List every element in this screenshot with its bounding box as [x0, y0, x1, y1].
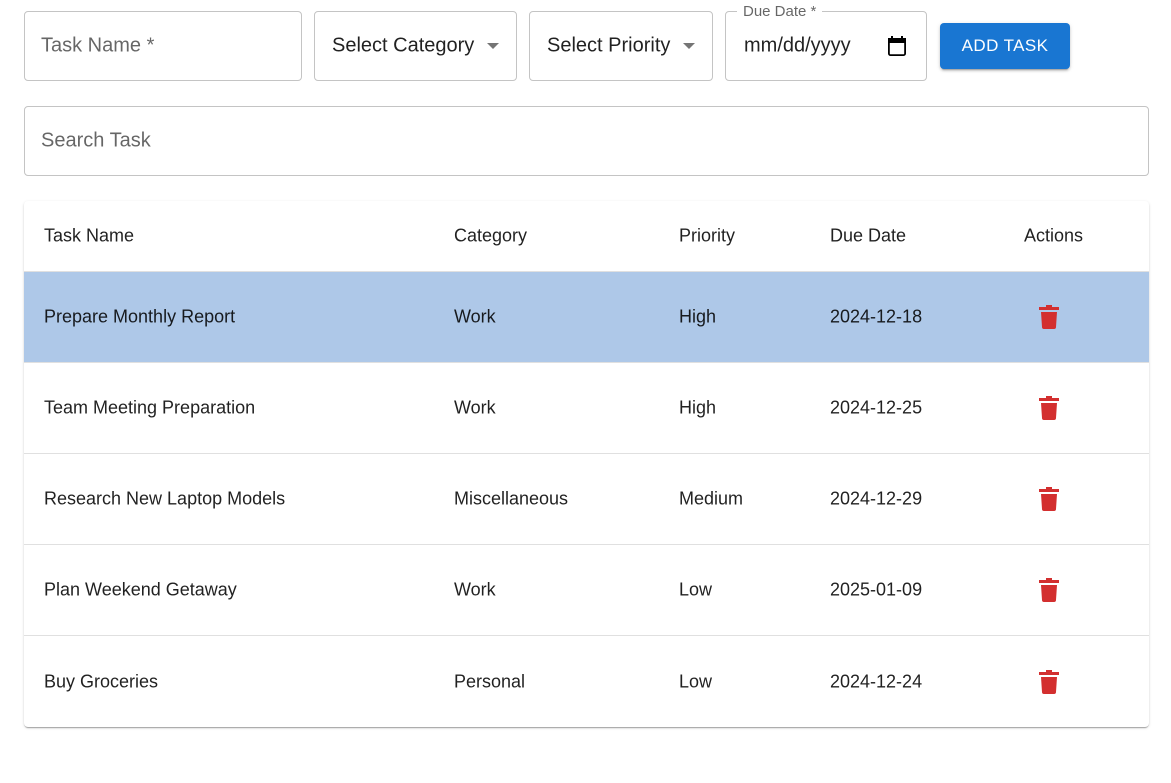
- delete-button[interactable]: [1032, 573, 1066, 607]
- category-cell: Work: [454, 306, 496, 327]
- table-row[interactable]: Plan Weekend Getaway Work Low 2025-01-09: [24, 545, 1149, 636]
- task-name-cell: Research New Laptop Models: [44, 488, 286, 509]
- chevron-down-icon: [683, 43, 695, 49]
- delete-icon: [1039, 396, 1059, 420]
- calendar-icon[interactable]: [888, 36, 906, 56]
- category-cell: Work: [454, 579, 496, 600]
- search-task-input[interactable]: Search Task: [24, 106, 1149, 176]
- header-priority: Priority: [679, 225, 736, 246]
- task-table: Task Name Category Priority Due Date Act…: [24, 201, 1149, 727]
- header-task-name: Task Name: [44, 225, 135, 246]
- due-date-cell: 2024-12-24: [830, 671, 923, 691]
- table-row[interactable]: Prepare Monthly Report Work High 2024-12…: [24, 272, 1149, 363]
- table-header-row: Task Name Category Priority Due Date Act…: [24, 201, 1149, 272]
- chevron-down-icon: [487, 43, 499, 49]
- task-name-field[interactable]: Task Name *: [24, 11, 302, 81]
- task-name-cell: Buy Groceries: [44, 671, 159, 691]
- add-task-button[interactable]: ADD TASK: [940, 23, 1070, 69]
- due-date-label: Due Date *: [737, 3, 823, 20]
- table-row[interactable]: Research New Laptop Models Miscellaneous…: [24, 454, 1149, 545]
- task-name-cell: Plan Weekend Getaway: [44, 579, 237, 600]
- priority-cell: High: [679, 397, 717, 418]
- task-name-placeholder: Task Name *: [41, 34, 155, 57]
- due-date-field[interactable]: Due Date * mm/dd/yyyy: [725, 3, 927, 81]
- delete-icon: [1039, 669, 1059, 694]
- due-date-cell: 2024-12-25: [830, 397, 923, 418]
- search-placeholder: Search Task: [41, 129, 151, 152]
- delete-button[interactable]: [1032, 482, 1066, 516]
- due-date-cell: 2024-12-29: [830, 488, 923, 509]
- priority-cell: Low: [679, 671, 713, 691]
- table-row[interactable]: Team Meeting Preparation Work High 2024-…: [24, 363, 1149, 454]
- header-actions: Actions: [1024, 225, 1084, 246]
- category-cell: Miscellaneous: [454, 488, 569, 509]
- due-date-cell: 2024-12-18: [830, 306, 923, 327]
- delete-icon: [1039, 487, 1059, 511]
- category-cell: Personal: [454, 671, 526, 691]
- task-name-cell: Prepare Monthly Report: [44, 306, 236, 327]
- header-due-date: Due Date: [830, 225, 907, 246]
- due-date-cell: 2025-01-09: [830, 579, 923, 600]
- due-date-value: mm/dd/yyyy: [744, 34, 851, 57]
- priority-cell: Low: [679, 579, 713, 600]
- delete-button[interactable]: [1032, 391, 1066, 425]
- category-select[interactable]: Select Category: [314, 11, 517, 81]
- delete-icon: [1039, 305, 1059, 329]
- priority-cell: Medium: [679, 488, 744, 509]
- category-select-value: Select Category: [332, 34, 475, 57]
- delete-button[interactable]: [1032, 300, 1066, 334]
- delete-icon: [1039, 578, 1059, 602]
- delete-button[interactable]: [1032, 665, 1066, 699]
- header-category: Category: [454, 225, 528, 246]
- category-cell: Work: [454, 397, 496, 418]
- priority-select-value: Select Priority: [547, 34, 671, 57]
- task-name-cell: Team Meeting Preparation: [44, 397, 256, 418]
- priority-select[interactable]: Select Priority: [529, 11, 713, 81]
- table-row[interactable]: Buy Groceries Personal Low 2024-12-24: [24, 636, 1149, 727]
- priority-cell: High: [679, 306, 717, 327]
